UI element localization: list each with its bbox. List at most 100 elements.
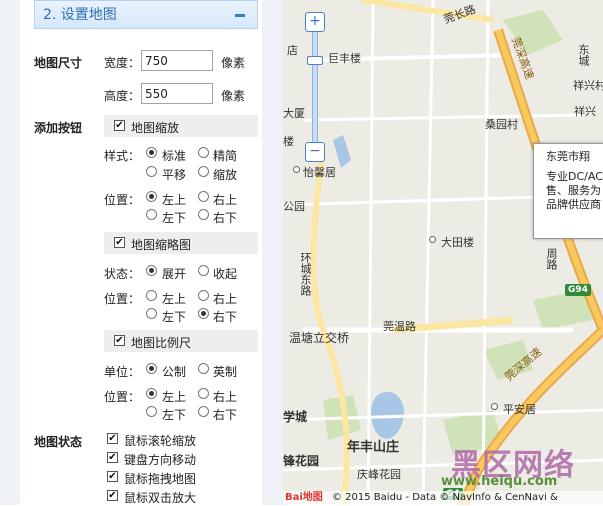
keyboard-move-label: 键盘方向移动 (124, 453, 197, 467)
right-gutter (262, 0, 283, 505)
settings-panel: 2. 设置地图 地图尺寸 宽度： 像素 高度： 像素 添加按钮 ✔ 地图缩放 样… (0, 0, 283, 505)
overview-pos-bottomright-label: 右下 (213, 310, 238, 324)
zoom-out-button[interactable]: − (305, 142, 325, 162)
map-label: 年丰山庄 (347, 440, 400, 455)
map-label: 桑园村 (485, 118, 518, 131)
map-label: 平安居 (503, 403, 536, 416)
overview-pos-topright-radio[interactable] (198, 290, 209, 301)
overview-pos-topleft-label: 左上 (162, 292, 187, 306)
zoom-pos-topleft-label: 左上 (162, 193, 187, 207)
unit-metric-label: 公制 (162, 365, 187, 379)
zoom-checkbox[interactable]: ✔ (114, 120, 125, 131)
info-body2: 售、服务为 (546, 184, 601, 197)
map-label: 温塘立交桥 (289, 331, 350, 345)
map-label: 怡馨居 (303, 166, 336, 179)
minus-icon[interactable] (235, 14, 245, 17)
height-unit: 像素 (221, 89, 246, 103)
dblclick-zoom-label: 鼠标双击放大 (124, 491, 197, 505)
state-label: 状态： (104, 267, 141, 281)
width-input[interactable] (141, 50, 213, 71)
style-label: 样式： (104, 149, 141, 163)
info-body3: 品牌供应商 (546, 198, 601, 211)
dblclick-zoom-checkbox[interactable]: ✔ (107, 490, 118, 501)
map-label: 周路 (545, 248, 558, 270)
map-size-label: 地图尺寸 (34, 56, 83, 70)
park-area (533, 290, 593, 330)
map-label: 莞温路 (383, 320, 416, 333)
road (421, 0, 435, 505)
style-standard-radio[interactable] (146, 147, 157, 158)
overview-position-label: 位置： (104, 292, 141, 306)
scale-pos-topright-radio[interactable] (198, 388, 209, 399)
overview-label: 地图缩略图 (131, 238, 192, 252)
zoom-in-button[interactable]: + (305, 12, 325, 32)
keyboard-move-checkbox[interactable]: ✔ (107, 452, 118, 463)
state-expand-label: 展开 (162, 267, 187, 281)
zoom-pos-topleft-radio[interactable] (146, 191, 157, 202)
scale-checkbox[interactable]: ✔ (114, 335, 125, 346)
map-label: 巨丰楼 (328, 52, 361, 65)
baidu-logo[interactable]: Bai地图 (285, 492, 323, 503)
map-label: 庆峰花园 (357, 468, 401, 481)
style-standard-label: 标准 (162, 149, 187, 163)
watermark-url: www.heiqu.com (441, 474, 558, 489)
scroll-zoom-checkbox[interactable]: ✔ (107, 433, 118, 444)
map-label: 店 (287, 44, 298, 57)
overview-pos-bottomleft-radio[interactable] (146, 308, 157, 319)
map-footer: Bai地图 © 2015 Baidu - Data © NavInfo & Ce… (283, 491, 603, 505)
zoom-slider-thumb[interactable] (307, 56, 323, 65)
map-label: 环城东路 (299, 252, 312, 296)
style-zoom-label: 缩放 (213, 168, 238, 182)
map-label: 学城 (283, 410, 308, 424)
panel-header[interactable]: 2. 设置地图 (34, 0, 258, 29)
scale-label: 地图比例尺 (131, 336, 192, 350)
state-collapse-radio[interactable] (198, 265, 209, 276)
zoom-pos-bottomright-radio[interactable] (198, 209, 209, 220)
road (302, 113, 584, 122)
zoom-position-label: 位置： (104, 193, 141, 207)
width-unit: 像素 (221, 56, 246, 70)
left-gutter (0, 0, 20, 505)
info-window[interactable]: 东莞市翔 专业DC/AC 售、服务为 品牌供应商 (533, 143, 603, 239)
scale-pos-topright-label: 右上 (213, 390, 238, 404)
scale-pos-bottomright-label: 右下 (213, 408, 238, 422)
overview-pos-bottomright-radio[interactable] (198, 308, 209, 319)
map-label: 东城 (577, 44, 590, 66)
map-label: 祥兴 (574, 105, 596, 118)
map-label: 祥兴村 (573, 79, 603, 92)
map-label: 锋花园 (283, 454, 320, 468)
info-body: 专业DC/AC (546, 170, 603, 183)
style-zoom-radio[interactable] (198, 166, 209, 177)
g94-badge: G94 (565, 284, 591, 296)
map-label: 公园 (283, 200, 305, 213)
overview-checkbox[interactable]: ✔ (114, 237, 125, 248)
map-view[interactable]: + − 巨丰楼 店 大厦 楼 怡馨居 公园 桑园村 大田楼 环城东路 温塘立交桥… (283, 0, 603, 505)
unit-imperial-label: 英制 (213, 365, 238, 379)
zoom-label: 地图缩放 (131, 121, 180, 135)
style-pan-radio[interactable] (146, 166, 157, 177)
drag-map-label: 鼠标拖拽地图 (124, 472, 197, 486)
scroll-zoom-label: 鼠标滚轮缩放 (124, 434, 197, 448)
zoom-pos-topright-radio[interactable] (198, 191, 209, 202)
overview-pos-topleft-radio[interactable] (146, 290, 157, 301)
unit-label: 单位： (104, 365, 141, 379)
add-buttons-label: 添加按钮 (34, 121, 83, 135)
unit-imperial-radio[interactable] (198, 363, 209, 374)
zoom-slider-track[interactable] (312, 32, 318, 156)
poi-icon (429, 236, 436, 243)
zoom-pos-bottomleft-label: 左下 (162, 211, 187, 225)
scale-pos-bottomleft-radio[interactable] (146, 406, 157, 417)
zoom-pos-bottomleft-radio[interactable] (146, 209, 157, 220)
style-compact-radio[interactable] (198, 147, 209, 158)
scale-pos-topleft-radio[interactable] (146, 388, 157, 399)
zoom-control-row (104, 115, 258, 137)
drag-map-checkbox[interactable]: ✔ (107, 471, 118, 482)
state-expand-radio[interactable] (146, 265, 157, 276)
overview-pos-topright-label: 右上 (213, 292, 238, 306)
map-label: 大厦 (283, 107, 305, 120)
style-compact-label: 精简 (213, 149, 238, 163)
style-pan-label: 平移 (162, 168, 187, 182)
height-input[interactable] (141, 83, 213, 104)
scale-pos-bottomright-radio[interactable] (198, 406, 209, 417)
unit-metric-radio[interactable] (146, 363, 157, 374)
